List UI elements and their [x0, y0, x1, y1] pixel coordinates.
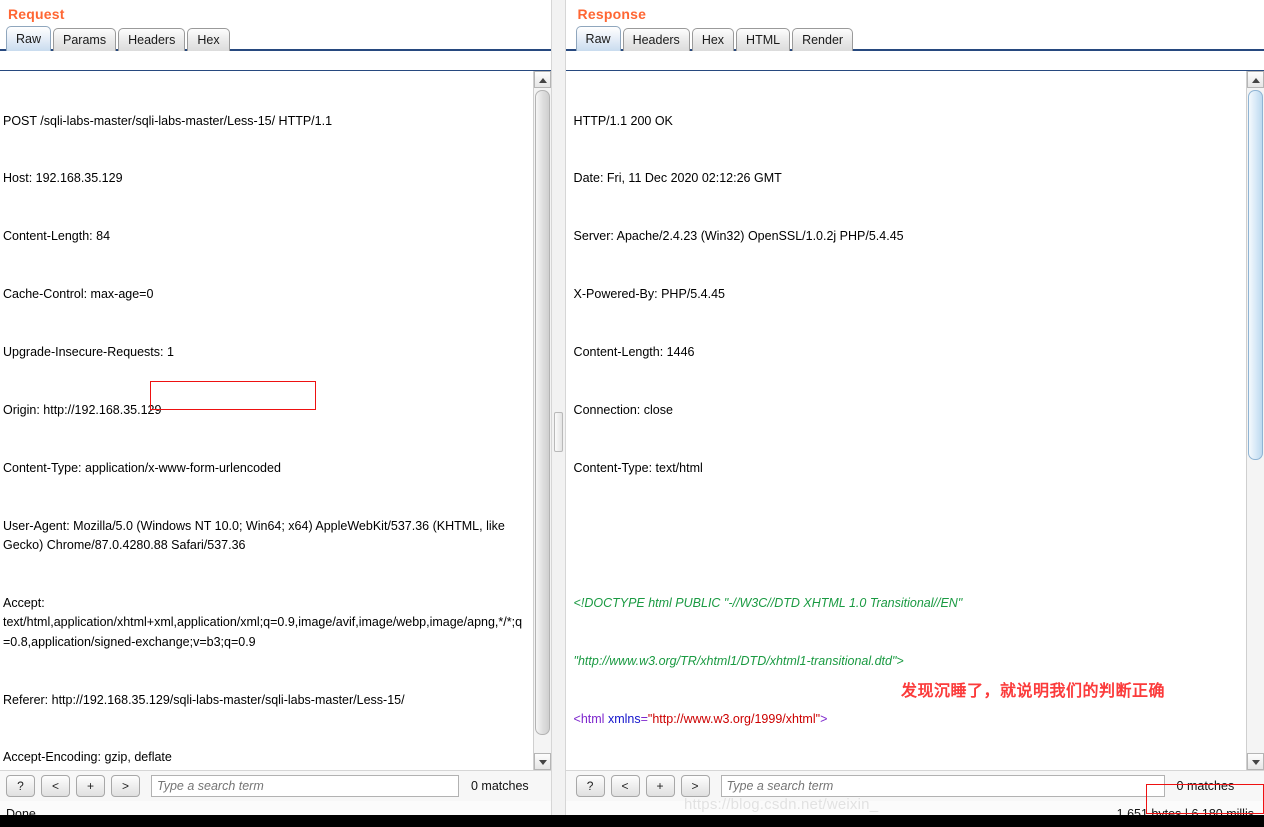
tab-response-hex[interactable]: Hex — [691, 28, 735, 51]
response-header-line: Content-Type: text/html — [573, 460, 703, 475]
response-vertical-scrollbar[interactable] — [1246, 71, 1264, 770]
response-raw-text: HTTP/1.1 200 OK Date: Fri, 11 Dec 2020 0… — [574, 73, 1236, 770]
scrollbar-thumb[interactable] — [1248, 90, 1263, 460]
tab-request-raw[interactable]: Raw — [6, 26, 52, 51]
tab-response-html[interactable]: HTML — [736, 28, 791, 51]
response-header-line: Server: Apache/2.4.23 (Win32) OpenSSL/1.… — [573, 229, 904, 244]
tab-request-hex[interactable]: Hex — [187, 28, 230, 51]
request-tabbar: Raw Params Headers Hex — [0, 26, 551, 51]
chinese-annotation-note: 发现沉睡了，就说明我们的判断正确 — [901, 681, 1166, 700]
tab-response-headers[interactable]: Headers — [622, 28, 690, 51]
request-vertical-scrollbar[interactable] — [532, 71, 551, 770]
request-line: POST /sqli-labs-master/sqli-labs-master/… — [3, 113, 333, 128]
scrollbar-thumb[interactable] — [534, 90, 550, 735]
request-line: Cache-Control: max-age=0 — [3, 287, 154, 302]
response-header-line: Connection: close — [573, 403, 673, 418]
blog-watermark: https://blog.csdn.net/weixin_ — [684, 796, 879, 813]
panel-splitter[interactable] — [550, 0, 566, 827]
scroll-down-arrow-icon[interactable] — [533, 753, 551, 770]
response-match-count: 0 matches — [1176, 779, 1235, 793]
response-header-line: Date: Fri, 11 Dec 2020 02:12:26 GMT — [573, 171, 782, 186]
response-doctype-line-1: <!DOCTYPE html PUBLIC "-//W3C//DTD XHTML… — [573, 596, 963, 611]
request-match-count: 0 matches — [471, 779, 529, 793]
response-tabbar: Raw Headers Hex HTML Render — [565, 26, 1264, 51]
request-line: Origin: http://192.168.35.129 — [3, 403, 162, 418]
response-header-line: HTTP/1.1 200 OK — [573, 113, 673, 128]
search-add-button[interactable]: + — [645, 775, 675, 797]
search-next-button[interactable]: > — [111, 775, 140, 797]
request-line: Host: 192.168.35.129 — [3, 171, 123, 186]
response-header-line: Content-Length: 1446 — [573, 345, 695, 360]
scroll-down-arrow-icon[interactable] — [1247, 753, 1264, 770]
search-prev-button[interactable]: < — [41, 775, 70, 797]
tab-request-headers[interactable]: Headers — [118, 28, 186, 51]
scroll-up-arrow-icon[interactable] — [533, 71, 551, 88]
request-line: Referer: http://192.168.35.129/sqli-labs… — [3, 692, 405, 707]
search-next-button[interactable]: > — [680, 775, 710, 797]
search-add-button[interactable]: + — [76, 775, 105, 797]
search-help-button[interactable]: ? — [6, 775, 35, 797]
request-line: Accept-Encoding: gzip, deflate — [3, 750, 172, 765]
request-raw-text: POST /sqli-labs-master/sqli-labs-master/… — [3, 73, 525, 770]
response-doctype-line-2: "http://www.w3.org/TR/xhtml1/DTD/xhtml1-… — [573, 653, 904, 668]
search-help-button[interactable]: ? — [575, 775, 605, 797]
request-search-bar: ? < + > 0 matches — [0, 770, 551, 801]
scroll-up-arrow-icon[interactable] — [1247, 71, 1264, 88]
response-html-open: <html xmlns="http://www.w3.org/1999/xhtm… — [573, 711, 828, 726]
request-panel-title: Request — [8, 6, 65, 22]
bottom-black-strip — [0, 815, 1264, 827]
request-search-input[interactable] — [151, 775, 459, 797]
request-line: Upgrade-Insecure-Requests: 1 — [3, 345, 174, 360]
request-line: Accept: text/html,application/xhtml+xml,… — [3, 596, 523, 649]
request-line: Content-Length: 84 — [3, 229, 111, 244]
response-panel-title: Response — [577, 6, 647, 22]
request-line: User-Agent: Mozilla/5.0 (Windows NT 10.0… — [3, 518, 509, 553]
response-header-line: X-Powered-By: PHP/5.4.45 — [573, 287, 726, 302]
response-search-bar: ? < + > 0 matches — [565, 770, 1264, 801]
search-prev-button[interactable]: < — [610, 775, 640, 797]
response-panel: Response Raw Headers Hex HTML Render HTT… — [565, 0, 1264, 827]
request-panel: Request Raw Params Headers Hex POST /sql… — [0, 0, 551, 827]
request-raw-viewer[interactable]: POST /sqli-labs-master/sqli-labs-master/… — [0, 70, 551, 770]
tab-response-raw[interactable]: Raw — [575, 26, 621, 51]
response-raw-viewer[interactable]: HTTP/1.1 200 OK Date: Fri, 11 Dec 2020 0… — [565, 70, 1264, 770]
response-search-input[interactable] — [720, 775, 1165, 797]
tab-response-render[interactable]: Render — [792, 28, 854, 51]
tab-request-params[interactable]: Params — [53, 28, 117, 51]
request-line: Content-Type: application/x-www-form-url… — [3, 460, 281, 475]
splitter-grip-icon[interactable] — [553, 412, 563, 452]
burp-message-editor: Request Raw Params Headers Hex POST /sql… — [0, 0, 1264, 827]
